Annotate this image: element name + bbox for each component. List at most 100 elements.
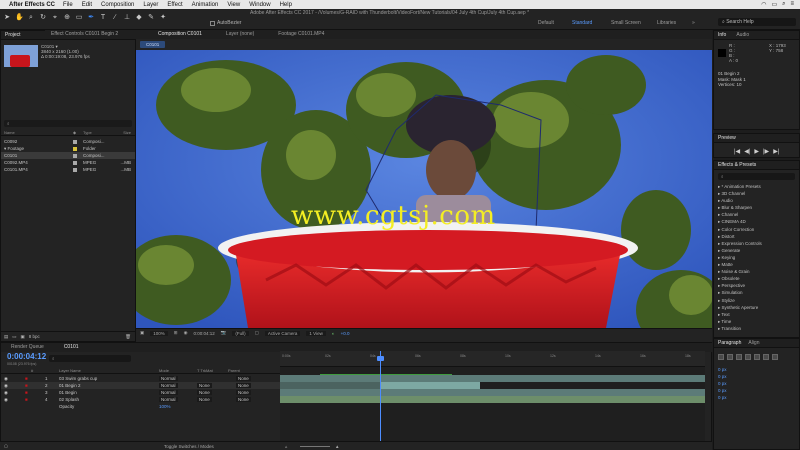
menu-layer[interactable]: Layer — [143, 2, 158, 8]
effects-item[interactable]: ▸ Noise & Grain — [718, 268, 799, 275]
effects-item[interactable]: ▸ Simulation — [718, 289, 799, 296]
parent-dropdown[interactable]: None — [236, 383, 251, 388]
menu-list-icon[interactable]: ≡ — [790, 1, 794, 8]
layer-name[interactable]: 02 Splash — [59, 396, 79, 403]
tab-render-queue[interactable]: Render Queue — [11, 343, 44, 352]
effects-item[interactable]: ▸ Perspective — [718, 282, 799, 289]
menu-effect[interactable]: Effect — [167, 2, 182, 8]
layer-row[interactable]: ◉ ■ 1 03 Swim grabs cup Normal None — [1, 375, 281, 382]
effects-item[interactable]: ▸ Keying — [718, 254, 799, 261]
camera-dropdown[interactable]: Active Camera — [264, 330, 301, 336]
layer-row[interactable]: ◉ ■ 4 02 Splash Normal None None — [1, 396, 281, 403]
indent-right-field[interactable]: 0 px — [718, 373, 799, 380]
rotate-tool-icon[interactable]: ↻ — [39, 14, 47, 22]
tab-audio[interactable]: Audio — [736, 32, 749, 38]
menu-animation[interactable]: Animation — [192, 2, 219, 8]
indent-first-field[interactable]: 0 px — [718, 380, 799, 387]
menu-composition[interactable]: Composition — [101, 2, 134, 8]
menu-help[interactable]: Help — [280, 2, 292, 8]
tab-effect-controls[interactable]: Effect Controls C0101 Begin 2 — [45, 30, 136, 39]
playhead-handle[interactable] — [377, 356, 384, 361]
tab-effects-presets[interactable]: Effects & Presets — [718, 162, 756, 168]
search-help-input[interactable]: ⌕ Search Help — [718, 18, 796, 26]
mode-dropdown[interactable]: Normal — [159, 397, 178, 402]
timeline-search-input[interactable]: ⌕ — [49, 355, 131, 362]
tab-align[interactable]: Align — [748, 340, 759, 346]
justify-right-icon[interactable] — [763, 354, 769, 360]
effects-item[interactable]: ▸ Color Correction — [718, 226, 799, 233]
layer-bar[interactable] — [280, 382, 380, 389]
workspace-overflow-icon[interactable]: » — [692, 20, 695, 26]
autobezier-toggle[interactable]: AutoBezier — [210, 20, 241, 26]
col-parent[interactable]: Parent — [228, 368, 240, 373]
workspace-standard[interactable]: Standard — [572, 20, 592, 26]
interpret-footage-icon[interactable]: ▤ — [4, 334, 8, 340]
wifi-icon[interactable]: ◠ — [761, 1, 766, 8]
layer-bar[interactable] — [380, 382, 480, 389]
trkmat-dropdown[interactable]: None — [197, 390, 212, 395]
resolution-dropdown[interactable]: (Full) — [232, 330, 249, 336]
space-before-field[interactable]: 0 px — [718, 387, 799, 394]
play-icon[interactable]: ▶ — [754, 148, 759, 155]
mode-dropdown[interactable]: Normal — [159, 376, 178, 381]
project-search-input[interactable]: ⌕ — [4, 120, 132, 127]
opacity-value[interactable]: 100% — [159, 403, 171, 410]
comp-flowchart-icon[interactable]: ⎔ — [4, 442, 8, 450]
zoom-out-icon[interactable]: ▵ — [285, 442, 287, 450]
col-layer-name[interactable]: Layer Name — [59, 368, 81, 373]
exposure-value[interactable]: +0.0 — [341, 331, 350, 336]
views-dropdown[interactable]: 1 View — [306, 330, 326, 336]
tab-project[interactable]: Project — [5, 32, 21, 38]
col-mode[interactable]: Mode — [159, 368, 169, 373]
align-left-icon[interactable] — [718, 354, 724, 360]
effects-item[interactable]: ▸ Channel — [718, 211, 799, 218]
reset-exposure-icon[interactable]: ◐ — [332, 331, 335, 336]
tab-layer[interactable]: Layer (none) — [226, 30, 254, 39]
mode-dropdown[interactable]: Normal — [159, 390, 178, 395]
effects-item[interactable]: ▸ Matte — [718, 261, 799, 268]
tab-timeline-comp[interactable]: C0101 — [64, 343, 79, 352]
layer-name[interactable]: 01 Begin — [59, 389, 77, 396]
app-menu[interactable]: After Effects CC — [9, 2, 55, 8]
zoom-slider[interactable] — [300, 446, 330, 447]
label-swatch[interactable]: ■ — [25, 375, 28, 382]
zoom-dropdown[interactable]: 100% — [150, 330, 168, 336]
opacity-row[interactable]: Opacity 100% — [1, 403, 281, 410]
effects-item[interactable]: ▸ Blur & Sharpen — [718, 204, 799, 211]
effects-search-input[interactable]: ⌕ — [718, 173, 795, 180]
effects-item[interactable]: ▸ Stylize — [718, 297, 799, 304]
tab-footage[interactable]: Footage C0101.MP4 — [278, 30, 324, 39]
layer-bar[interactable] — [280, 389, 705, 396]
layer-bar[interactable] — [280, 396, 705, 403]
selection-tool-icon[interactable]: ➤ — [3, 14, 11, 22]
workspace-libraries[interactable]: Libraries — [657, 20, 676, 26]
camera-icon[interactable]: 📷 — [221, 330, 227, 336]
project-row[interactable]: C0092 Composi... — [1, 138, 135, 145]
battery-icon[interactable]: ▭ — [771, 1, 777, 8]
layer-bar[interactable] — [280, 375, 705, 382]
menu-file[interactable]: File — [63, 2, 73, 8]
last-frame-icon[interactable]: ▶| — [773, 148, 779, 155]
spotlight-icon[interactable]: ⌕ — [782, 1, 785, 8]
current-time[interactable]: 0:00:04:12 — [194, 331, 215, 336]
project-row[interactable]: C0101.MP4 MPEG ...MB — [1, 166, 135, 173]
effects-item[interactable]: ▸ 3D Channel — [718, 190, 799, 197]
comp-breadcrumb[interactable]: C0101 — [140, 41, 166, 48]
col-size[interactable]: Size — [115, 130, 135, 135]
tab-paragraph[interactable]: Paragraph — [718, 340, 741, 346]
align-center-icon[interactable] — [727, 354, 733, 360]
new-comp-icon[interactable]: ▣ — [21, 334, 25, 340]
eye-icon[interactable]: ◉ — [4, 396, 8, 403]
col-type[interactable]: Type — [83, 130, 115, 135]
label-swatch[interactable]: ■ — [25, 389, 28, 396]
menu-window[interactable]: Window — [249, 2, 270, 8]
time-ruler[interactable]: 0:00s 02s 04s 06s 08s 10s 12s 14s 16s 18… — [280, 351, 705, 367]
roto-brush-tool-icon[interactable]: ✎ — [147, 14, 155, 22]
align-right-icon[interactable] — [736, 354, 742, 360]
pen-tool-icon[interactable]: ✒ — [87, 14, 95, 22]
next-frame-icon[interactable]: |▶ — [763, 148, 769, 155]
autobezier-checkbox[interactable] — [210, 20, 215, 26]
pan-behind-tool-icon[interactable]: ⊕ — [63, 14, 71, 22]
effects-item[interactable]: ▸ Expression Controls — [718, 240, 799, 247]
effects-item[interactable]: ▸ Text — [718, 311, 799, 318]
